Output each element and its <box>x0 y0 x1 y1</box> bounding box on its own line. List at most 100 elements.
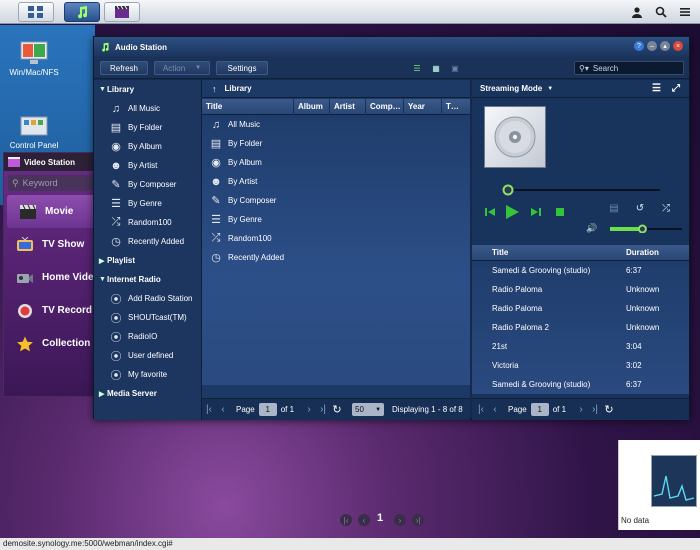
play-button[interactable] <box>504 204 520 220</box>
grid-view-icon[interactable]: ▦ <box>430 62 442 74</box>
lyrics-icon[interactable]: ▤ <box>606 200 622 216</box>
table-row[interactable]: Samedi & Grooving (studio) 6:37 <box>472 375 689 394</box>
streaming-mode-dropdown[interactable]: Streaming Mode ▼ ☰ ⤢ <box>472 80 689 98</box>
video-station-task-button[interactable] <box>104 2 140 22</box>
maximize-button[interactable]: ▴ <box>660 41 670 51</box>
playback-progress-slider[interactable] <box>502 184 662 196</box>
video-search-input[interactable]: ⚲ Keyword <box>8 175 96 191</box>
next-page-icon[interactable]: › <box>574 404 588 415</box>
refresh-icon[interactable]: ↻ <box>330 403 344 416</box>
column-header-track[interactable]: T… <box>442 99 470 115</box>
video-nav-tv-show[interactable]: TV Show <box>4 228 100 261</box>
video-station-window[interactable]: Video Station ⚲ Keyword Movie TV Show Ho… <box>3 152 101 397</box>
desktop-icon-filesharing[interactable]: Win/Mac/NFS <box>5 40 63 77</box>
first-page-button[interactable]: |‹ <box>340 514 352 526</box>
tree-item-by-composer[interactable]: ✎ By Composer <box>94 175 201 194</box>
refresh-icon[interactable]: ↻ <box>602 403 616 416</box>
playlist-menu-icon[interactable]: ☰ <box>652 83 661 94</box>
audio-station-window[interactable]: Audio Station ? – ▴ × Refresh Action ▼ S… <box>93 36 690 420</box>
settings-button[interactable]: Settings <box>216 61 268 75</box>
next-page-button[interactable]: › <box>394 514 406 526</box>
up-arrow-icon[interactable]: ↑ <box>212 84 217 94</box>
tree-item-my-favorite[interactable]: ⦿ My favorite <box>94 365 201 384</box>
tree-section-playlist[interactable]: ▶ Playlist <box>94 251 201 270</box>
video-nav-movie[interactable]: Movie <box>7 195 97 228</box>
help-button[interactable]: ? <box>634 41 644 51</box>
action-dropdown[interactable]: Action ▼ <box>154 61 210 75</box>
refresh-button[interactable]: Refresh <box>100 61 148 75</box>
prev-page-button[interactable]: ‹ <box>358 514 370 526</box>
user-icon[interactable] <box>628 3 646 21</box>
tree-section-library[interactable]: ▼ Library <box>94 80 201 99</box>
desktop-icon-control-panel[interactable]: Control Panel <box>5 115 63 150</box>
column-header-duration[interactable]: Duration <box>626 248 659 257</box>
last-page-icon[interactable]: ›| <box>588 404 602 415</box>
column-header-album[interactable]: Album <box>294 98 330 115</box>
list-item[interactable]: ☰ By Genre <box>202 210 470 229</box>
tree-item-all-music[interactable]: ♫ All Music <box>94 99 201 118</box>
cover-view-icon[interactable]: ▣ <box>449 62 461 74</box>
minimize-button[interactable]: – <box>647 41 657 51</box>
next-page-icon[interactable]: › <box>302 404 316 415</box>
list-item[interactable]: ◉ By Album <box>202 153 470 172</box>
tree-item-random100[interactable]: ⤮ Random100 <box>94 213 201 232</box>
film-icon <box>115 5 129 18</box>
menu-icon[interactable] <box>676 3 694 21</box>
table-row[interactable]: 21st 3:04 <box>472 337 689 356</box>
close-button[interactable]: × <box>673 41 683 51</box>
first-page-icon[interactable]: |‹ <box>474 404 488 415</box>
column-header-title[interactable]: Title <box>202 98 294 115</box>
stop-button[interactable] <box>552 204 568 220</box>
search-icon[interactable] <box>652 3 670 21</box>
main-menu-button[interactable] <box>18 2 54 22</box>
list-item[interactable]: ☻ By Artist <box>202 172 470 191</box>
page-input[interactable]: 1 <box>530 403 549 416</box>
table-row[interactable]: Radio Paloma 2 Unknown <box>472 318 689 337</box>
collapse-icon[interactable]: ⤢ <box>672 83 680 94</box>
tree-item-by-folder[interactable]: ▤ By Folder <box>94 118 201 137</box>
tree-item-by-genre[interactable]: ☰ By Genre <box>94 194 201 213</box>
table-row[interactable]: Victoria 3:02 <box>472 356 689 375</box>
per-page-select[interactable]: 50 ▼ <box>352 403 385 416</box>
list-item[interactable]: ⤮ Random100 <box>202 229 470 248</box>
tree-item-by-album[interactable]: ◉ By Album <box>94 137 201 156</box>
prev-page-icon[interactable]: ‹ <box>488 404 502 415</box>
video-nav-tv-record[interactable]: TV Record <box>4 294 100 327</box>
table-row[interactable]: Samedi & Grooving (studio) 6:37 <box>472 261 689 280</box>
column-header-year[interactable]: Year <box>404 98 442 115</box>
audio-search-input[interactable]: ⚲▾ Search <box>574 61 684 75</box>
slider-handle[interactable] <box>637 224 647 233</box>
table-row[interactable]: Radio Paloma Unknown <box>472 280 689 299</box>
column-header-artist[interactable]: Artist <box>330 98 366 115</box>
list-item[interactable]: ◷ Recently Added <box>202 248 470 267</box>
tree-item-by-artist[interactable]: ☻ By Artist <box>94 156 201 175</box>
volume-slider[interactable] <box>604 223 684 233</box>
tree-item-add-radio-station[interactable]: ⦿ Add Radio Station <box>94 289 201 308</box>
video-nav-collection[interactable]: Collection <box>4 327 100 360</box>
column-header-title[interactable]: Title <box>492 248 626 257</box>
audio-station-task-button[interactable] <box>64 2 100 22</box>
page-input[interactable]: 1 <box>258 403 277 416</box>
list-item[interactable]: ♫ All Music <box>202 115 470 134</box>
table-row[interactable]: Radio Paloma Unknown <box>472 299 689 318</box>
previous-track-button[interactable] <box>482 204 498 220</box>
shuffle-icon[interactable]: ⤮ <box>658 200 674 216</box>
tree-section-media-server[interactable]: ▶ Media Server <box>94 384 201 403</box>
list-item[interactable]: ▤ By Folder <box>202 134 470 153</box>
next-track-button[interactable] <box>528 204 544 220</box>
repeat-icon[interactable]: ↺ <box>632 200 648 216</box>
prev-page-icon[interactable]: ‹ <box>216 404 230 415</box>
tree-item-shoutcast[interactable]: ⦿ SHOUTcast(TM) <box>94 308 201 327</box>
tree-item-user-defined[interactable]: ⦿ User defined <box>94 346 201 365</box>
tree-item-recently-added[interactable]: ◷ Recently Added <box>94 232 201 251</box>
list-item[interactable]: ✎ By Composer <box>202 191 470 210</box>
last-page-icon[interactable]: ›| <box>316 404 330 415</box>
last-page-button[interactable]: ›| <box>412 514 424 526</box>
first-page-icon[interactable]: |‹ <box>202 404 216 415</box>
list-view-icon[interactable]: ☰ <box>411 62 423 74</box>
slider-handle[interactable] <box>502 184 514 196</box>
tree-section-internet-radio[interactable]: ▼ Internet Radio <box>94 270 201 289</box>
video-nav-home-video[interactable]: Home Vide <box>4 261 100 294</box>
column-header-composer[interactable]: Comp… <box>366 98 404 115</box>
tree-item-radioio[interactable]: ⦿ RadioIO <box>94 327 201 346</box>
